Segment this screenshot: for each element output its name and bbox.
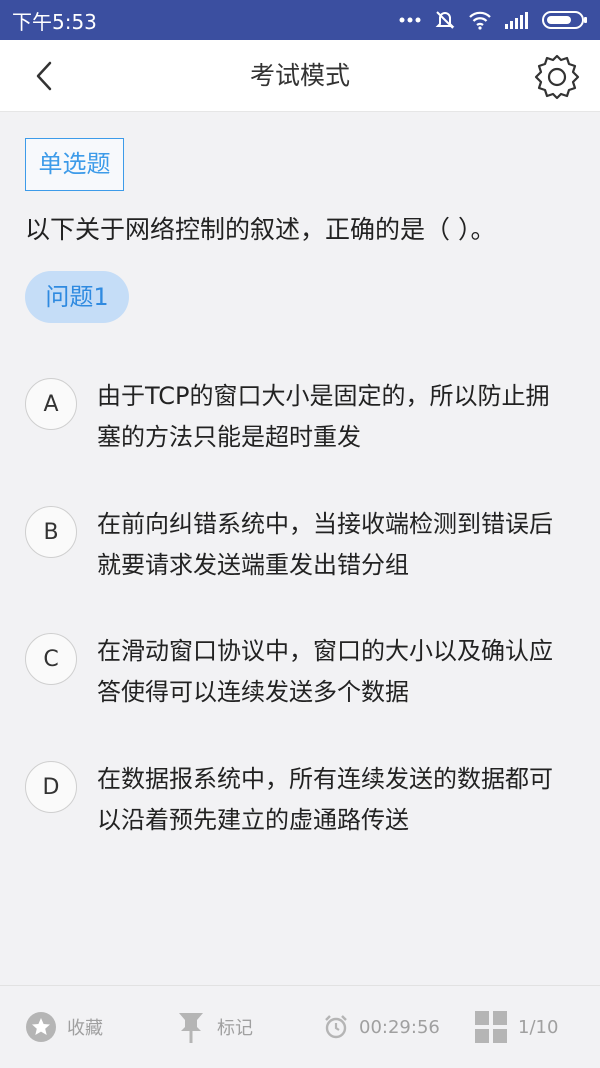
option-c[interactable]: C 在滑动窗口协议中，窗口的大小以及确认应答使得可以连续发送多个数据 [25, 633, 585, 713]
settings-button[interactable] [532, 52, 582, 102]
timer: 00:29:56 [323, 986, 440, 1068]
pin-icon [179, 1013, 203, 1043]
status-icons [398, 9, 588, 31]
wifi-icon [468, 10, 492, 30]
option-letter: B [25, 506, 77, 558]
star-icon [26, 1012, 56, 1042]
favorite-button[interactable]: 收藏 [25, 986, 103, 1068]
question-grid-button[interactable]: 1/10 [474, 986, 558, 1068]
option-text: 在前向纠错系统中，当接收端检测到错误后就要请求发送端重发出错分组 [97, 510, 553, 579]
back-button[interactable] [22, 54, 66, 98]
chevron-left-icon [36, 61, 52, 91]
option-letter: C [25, 633, 77, 685]
nav-bar: 考试模式 [0, 40, 600, 112]
option-text: 在滑动窗口协议中，窗口的大小以及确认应答使得可以连续发送多个数据 [97, 637, 553, 706]
mark-button[interactable]: 标记 [175, 986, 253, 1068]
page-title: 考试模式 [249, 61, 350, 90]
grid-icon [475, 1011, 507, 1043]
bottom-bar: 收藏 标记 00:29:56 1/10 [0, 985, 600, 1067]
option-d[interactable]: D 在数据报系统中，所有连续发送的数据都可以沿着预先建立的虚通路传送 [25, 761, 585, 841]
status-bar: 下午5:53 [0, 0, 600, 40]
question-text: 以下关于网络控制的叙述，正确的是（ ）。 [25, 215, 496, 244]
gear-icon [534, 54, 580, 100]
signal-icon [504, 11, 530, 29]
alarm-clock-icon [325, 1015, 347, 1039]
favorite-label: 收藏 [67, 1018, 103, 1039]
option-text: 由于TCP的窗口大小是固定的，所以防止拥塞的方法只能是超时重发 [97, 382, 550, 451]
option-text: 在数据报系统中，所有连续发送的数据都可以沿着预先建立的虚通路传送 [97, 765, 553, 834]
battery-icon [542, 10, 588, 30]
progress-text: 1/10 [518, 1016, 559, 1038]
option-b[interactable]: B 在前向纠错系统中，当接收端检测到错误后就要请求发送端重发出错分组 [25, 506, 585, 586]
timer-text: 00:29:56 [359, 1016, 440, 1038]
mute-icon [434, 9, 456, 31]
option-letter: A [25, 378, 77, 430]
status-time: 下午5:53 [12, 9, 97, 34]
option-letter: D [25, 761, 77, 813]
question-type-tag: 单选题 [25, 138, 124, 191]
question-number-badge: 问题1 [25, 271, 129, 323]
dots-icon [398, 16, 422, 24]
option-a[interactable]: A 由于TCP的窗口大小是固定的，所以防止拥塞的方法只能是超时重发 [25, 378, 585, 458]
mark-label: 标记 [217, 1018, 253, 1039]
